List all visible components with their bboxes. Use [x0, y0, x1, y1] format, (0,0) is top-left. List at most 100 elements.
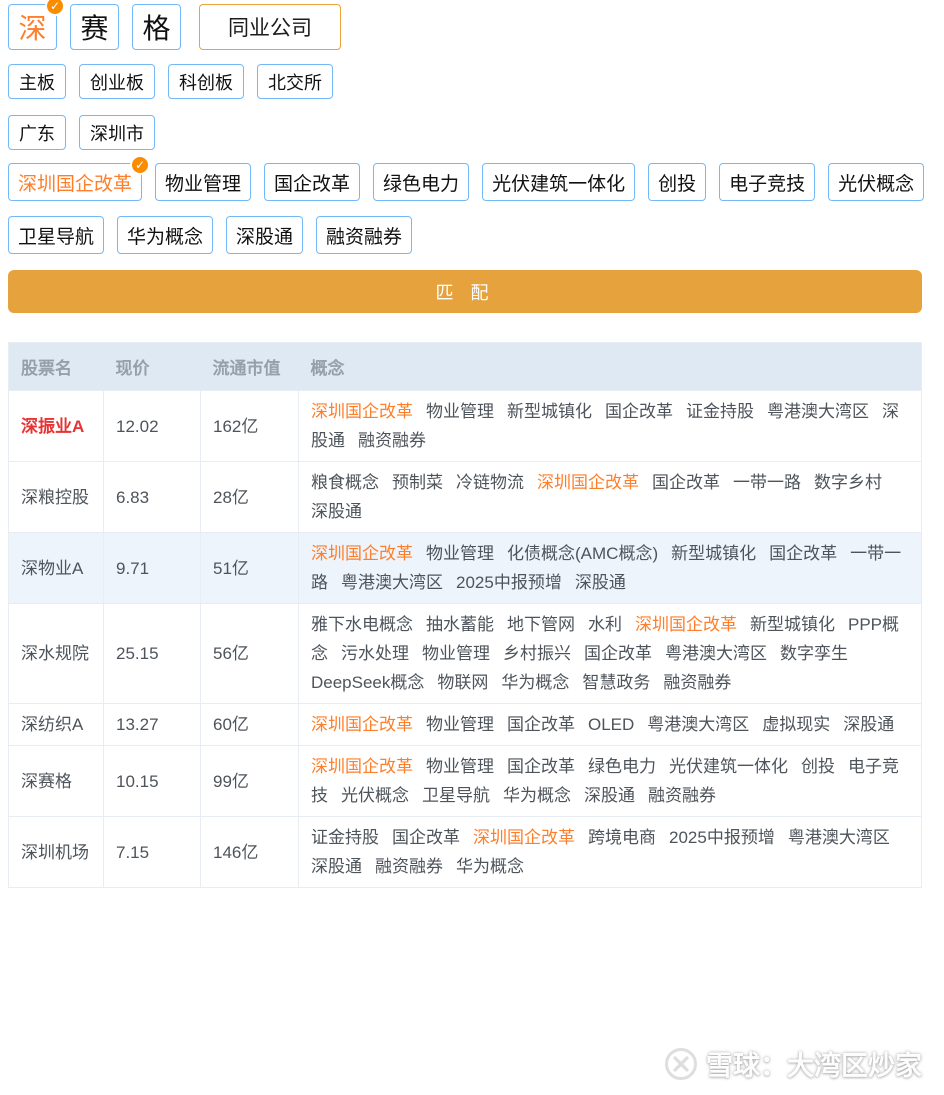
- table-row: 深粮控股 6.83 28亿 粮食概念 预制菜 冷链物流 深圳国企改革 国企改革 一带一路 数字乡村…: [8, 461, 922, 533]
- stock-price-cell: 25.15: [103, 603, 201, 704]
- stock-name-cell[interactable]: 深粮控股: [8, 461, 104, 533]
- stock-name-cell[interactable]: 深物业A: [8, 532, 104, 604]
- concept-label: 深圳国企改革: [635, 615, 737, 634]
- concept-tag[interactable]: 光伏概念: [828, 163, 925, 201]
- column-header: 概念: [298, 342, 922, 391]
- stock-price-cell: 6.83: [103, 461, 201, 533]
- market-tag[interactable]: 科创板: [168, 64, 244, 99]
- concept-label: 地下管网: [507, 615, 575, 634]
- stock-name: 深振业A: [21, 416, 85, 436]
- column-header: 现价: [103, 342, 201, 391]
- concept-tag[interactable]: 绿色电力: [373, 163, 470, 201]
- peer-company-button[interactable]: 同业公司: [199, 4, 341, 50]
- concept-tag[interactable]: 创投: [648, 163, 707, 201]
- concept-label: 物业管理: [426, 715, 494, 734]
- concept-tag[interactable]: 光伏建筑一体化: [482, 163, 636, 201]
- concept-label: 绿色电力: [588, 757, 656, 776]
- region-tag[interactable]: 广东: [8, 115, 66, 150]
- concept-label: 深股通: [311, 502, 362, 521]
- concept-label: 数字孪生: [780, 644, 848, 663]
- concept-label: OLED: [588, 715, 635, 734]
- stock-table: 股票名 现价 流通市值 概念 深振业A 12.02 162亿 深圳国企改革 物业管理 新型城镇化…: [8, 342, 922, 888]
- concept-label: 深股通: [311, 857, 362, 876]
- concept-label: 卫星导航: [422, 786, 490, 805]
- stock-cap-cell: 60亿: [200, 703, 299, 746]
- concept-label: 预制菜: [392, 473, 443, 492]
- table-row: 深振业A 12.02 162亿 深圳国企改革 物业管理 新型城镇化 国企改革 证金持股 粤港澳大…: [8, 390, 922, 462]
- column-header: 股票名: [8, 342, 104, 391]
- concept-label: 污水处理: [341, 644, 409, 663]
- concept-label: 粮食概念: [311, 473, 379, 492]
- concept-label: 国企改革: [769, 544, 838, 563]
- concept-tag[interactable]: 华为概念: [117, 216, 214, 254]
- page: 深 ✓ 赛格 同业公司 主板 创业板 科创板 北交所 广东 深圳市 深圳国企改革 ✓ 物业管理国…: [0, 0, 944, 1095]
- concept-label: 证金持股: [686, 402, 754, 421]
- check-icon: ✓: [130, 155, 151, 175]
- concept-label: 深圳国企改革: [537, 473, 639, 492]
- table-row: 深纺织A 13.27 60亿 深圳国企改革 物业管理 国企改革 OLED 粤港澳大湾区 虚拟现实…: [8, 703, 922, 746]
- concept-label: 深圳国企改革: [311, 757, 413, 776]
- stock-price-cell: 10.15: [103, 745, 201, 817]
- keyword-char-tag[interactable]: 格: [132, 4, 181, 50]
- table-row: 深圳机场 7.15 146亿 证金持股 国企改革 深圳国企改革 跨境电商 2025中报预增 粤港…: [8, 816, 922, 888]
- concept-label: 融资融券: [375, 857, 443, 876]
- stock-name-cell[interactable]: 深水规院: [8, 603, 104, 704]
- stock-concepts-cell: 深圳国企改革 物业管理 国企改革 绿色电力 光伏建筑一体化 创投 电子竞技 光伏概念 卫星导航华…: [298, 745, 922, 817]
- concept-label: 深圳国企改革: [473, 828, 575, 847]
- market-tag[interactable]: 北交所: [257, 64, 333, 99]
- concept-tag[interactable]: 卫星导航: [8, 216, 105, 254]
- concept-tag[interactable]: 物业管理: [155, 163, 252, 201]
- concept-label: 物业管理: [426, 757, 494, 776]
- concept-label: 深圳国企改革: [311, 544, 413, 563]
- stock-concepts-cell: 深圳国企改革 物业管理 新型城镇化 国企改革 证金持股 粤港澳大湾区 深股通 融资融券: [298, 390, 922, 462]
- concept-label: 证金持股: [311, 828, 379, 847]
- concept-label: 虚拟现实: [762, 715, 831, 734]
- concept-label: 一带一路: [733, 473, 801, 492]
- market-tag[interactable]: 创业板: [79, 64, 155, 99]
- keyword-char-tag[interactable]: 深 ✓: [8, 0, 65, 50]
- concept-label: 深圳国企改革: [311, 402, 413, 421]
- stock-name-cell[interactable]: 深纺织A: [8, 703, 104, 746]
- stock-name: 深赛格: [21, 771, 72, 791]
- stock-name-cell[interactable]: 深振业A: [8, 390, 104, 462]
- concept-label: 光伏建筑一体化: [669, 757, 788, 776]
- concept-label: 智慧政务: [582, 673, 651, 692]
- concept-label: 创投: [801, 757, 835, 776]
- stock-price-cell: 9.71: [103, 532, 201, 604]
- concept-tag[interactable]: 深圳国企改革 ✓: [8, 155, 151, 201]
- stock-name: 深水规院: [21, 644, 89, 663]
- concept-label: 粤港澳大湾区: [665, 644, 767, 663]
- concept-tag[interactable]: 深股通: [226, 216, 304, 254]
- concept-label: 融资融券: [648, 786, 716, 805]
- table-row: 深水规院 25.15 56亿 雅下水电概念 抽水蓄能 地下管网 水利 深圳国企改革 新型城镇化 P…: [8, 603, 922, 704]
- stock-concepts-cell: 深圳国企改革 物业管理 化债概念(AMC概念) 新型城镇化 国企改革 一带一路 粤港澳大湾区…: [298, 532, 922, 604]
- concept-label: 乡村振兴: [503, 644, 571, 663]
- keyword-char-tags: 深 ✓ 赛格: [8, 0, 181, 50]
- concept-label: 粤港澳大湾区: [787, 828, 890, 847]
- concept-label: DeepSeek概念: [311, 673, 425, 692]
- stock-concepts-cell: 证金持股 国企改革 深圳国企改革 跨境电商 2025中报预增 粤港澳大湾区深股通 融资融券华…: [298, 816, 922, 888]
- stock-name-cell[interactable]: 深圳机场: [8, 816, 104, 888]
- concept-label: 抽水蓄能: [426, 615, 494, 634]
- stock-name: 深粮控股: [21, 487, 89, 507]
- concept-tag[interactable]: 国企改革: [264, 163, 361, 201]
- match-button[interactable]: 匹 配: [8, 270, 922, 313]
- stock-name: 深物业A: [21, 558, 84, 578]
- stock-cap-cell: 51亿: [200, 532, 299, 604]
- region-tag[interactable]: 深圳市: [79, 115, 155, 150]
- stock-concepts-cell: 雅下水电概念 抽水蓄能 地下管网 水利 深圳国企改革 新型城镇化 PPP概念 污水处理 物业管理…: [298, 603, 922, 704]
- concept-label: 融资融券: [663, 673, 732, 692]
- stock-price-cell: 7.15: [103, 816, 201, 888]
- stock-name-cell[interactable]: 深赛格: [8, 745, 104, 817]
- concept-label: 雅下水电概念: [311, 615, 413, 634]
- concept-tag[interactable]: 融资融券: [316, 216, 413, 254]
- concept-label: 水利: [588, 615, 622, 634]
- concept-tag[interactable]: 电子竞技: [719, 163, 816, 201]
- stock-table-header: 股票名 现价 流通市值 概念: [8, 342, 922, 391]
- concept-label: 跨境电商: [588, 828, 656, 847]
- keyword-char-tag[interactable]: 赛: [70, 4, 119, 50]
- concept-label: 2025中报预增: [669, 828, 775, 847]
- concept-label: 光伏概念: [341, 786, 409, 805]
- stock-cap-cell: 146亿: [200, 816, 299, 888]
- market-tag[interactable]: 主板: [8, 64, 66, 99]
